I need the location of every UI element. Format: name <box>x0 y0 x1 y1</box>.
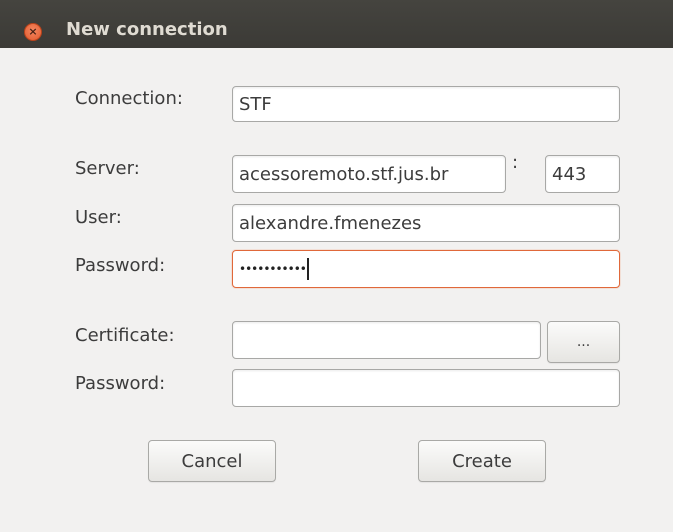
browse-button[interactable]: ... <box>547 321 620 363</box>
user-field[interactable]: alexandre.fmenezes <box>232 204 620 242</box>
browse-button-label: ... <box>576 334 591 350</box>
cancel-button-label: Cancel <box>181 450 243 472</box>
text-cursor <box>306 258 309 280</box>
port-value: 443 <box>552 163 587 185</box>
close-icon[interactable]: × <box>24 23 42 41</box>
server-label: Server: <box>75 158 140 179</box>
cert-password-label: Password: <box>75 373 166 394</box>
create-button-label: Create <box>452 450 512 472</box>
connection-value: STF <box>239 93 272 115</box>
connection-field[interactable]: STF <box>232 86 620 122</box>
password-value: ••••••••••• <box>239 262 307 276</box>
password-field[interactable]: ••••••••••• <box>232 250 620 288</box>
certificate-field[interactable] <box>232 321 541 359</box>
port-field[interactable]: 443 <box>545 155 620 193</box>
cancel-button[interactable]: Cancel <box>148 440 276 482</box>
cert-password-field[interactable] <box>232 369 620 407</box>
create-button[interactable]: Create <box>418 440 546 482</box>
connection-label: Connection: <box>75 88 183 109</box>
certificate-label: Certificate: <box>75 325 175 346</box>
server-field[interactable]: acessoremoto.stf.jus.br <box>232 155 506 193</box>
password-label: Password: <box>75 255 166 276</box>
window-title: New connection <box>66 19 228 40</box>
port-separator: : <box>512 152 519 173</box>
user-value: alexandre.fmenezes <box>239 212 422 234</box>
server-value: acessoremoto.stf.jus.br <box>239 163 449 185</box>
title-bar: × New connection <box>0 0 673 48</box>
user-label: User: <box>75 207 122 228</box>
